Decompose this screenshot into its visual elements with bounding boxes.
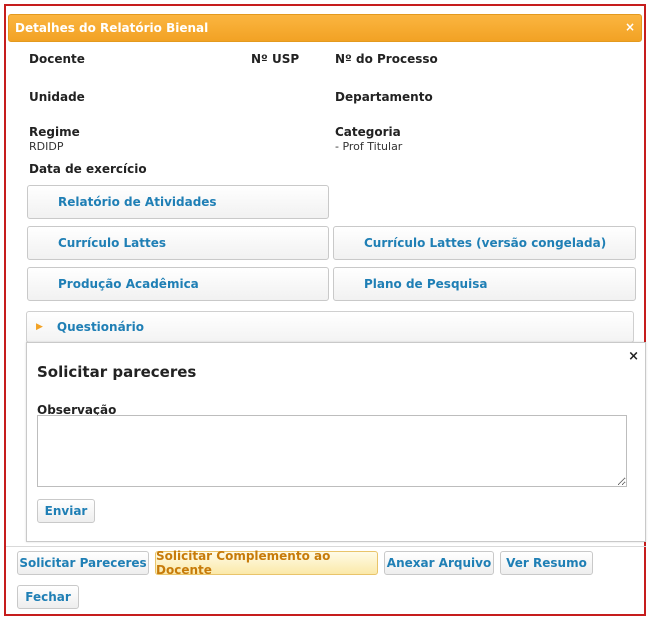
observacao-textarea[interactable] <box>37 415 627 487</box>
producao-academica-link[interactable]: Produção Acadêmica <box>27 267 329 301</box>
footer-divider <box>6 546 646 547</box>
departamento-label: Departamento <box>335 90 433 104</box>
fechar-button[interactable]: Fechar <box>17 585 79 609</box>
enviar-button[interactable]: Enviar <box>37 499 95 523</box>
solicitar-complemento-button[interactable]: Solicitar Complemento ao Docente <box>155 549 378 577</box>
plano-pesquisa-link[interactable]: Plano de Pesquisa <box>333 267 636 301</box>
categoria-label: Categoria <box>335 125 401 139</box>
curriculo-lattes-link[interactable]: Currículo Lattes <box>27 226 329 260</box>
anexar-arquivo-button[interactable]: Anexar Arquivo <box>384 551 494 575</box>
curriculo-lattes-congelado-link[interactable]: Currículo Lattes (versão congelada) <box>333 226 636 260</box>
docente-label: Docente <box>29 52 85 66</box>
questionario-accordion[interactable]: ▶ Questionário <box>26 311 634 343</box>
regime-label: Regime <box>29 125 80 139</box>
regime-value: RDIDP <box>29 140 64 153</box>
processo-label: Nº do Processo <box>335 52 438 66</box>
dialog-title: Solicitar pareceres <box>37 363 197 381</box>
window-title: Detalhes do Relatório Bienal <box>15 21 209 35</box>
solicitar-pareceres-button[interactable]: Solicitar Pareceres <box>17 551 149 575</box>
unidade-label: Unidade <box>29 90 85 104</box>
window-titlebar: Detalhes do Relatório Bienal × <box>8 14 642 42</box>
ver-resumo-button[interactable]: Ver Resumo <box>500 551 593 575</box>
dialog-close-icon[interactable]: × <box>628 349 639 364</box>
solicitar-pareceres-dialog: × Solicitar pareceres Observação Enviar <box>26 342 646 542</box>
categoria-value: - Prof Titular <box>335 140 403 153</box>
close-icon[interactable]: × <box>625 20 635 34</box>
nusp-label: Nº USP <box>251 52 300 66</box>
data-exercicio-label: Data de exercício <box>29 162 147 176</box>
relatorio-atividades-link[interactable]: Relatório de Atividades <box>27 185 329 219</box>
questionario-label: Questionário <box>56 320 144 334</box>
caret-right-icon: ▶ <box>36 322 43 332</box>
